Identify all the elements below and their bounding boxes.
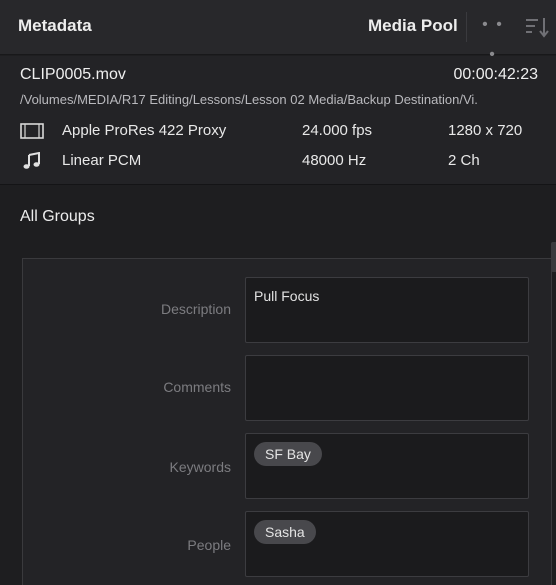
clip-path: /Volumes/MEDIA/R17 Editing/Lessons/Lesso… — [20, 92, 478, 107]
audio-channels: 2 Ch — [448, 152, 480, 169]
keyword-tag[interactable]: SF Bay — [254, 442, 322, 466]
keywords-label: Keywords — [169, 459, 231, 475]
sort-icon[interactable] — [524, 14, 552, 40]
people-label: People — [187, 537, 231, 553]
music-note-icon — [23, 152, 40, 169]
metadata-fields-panel: Description Pull Focus Comments Keywords… — [22, 258, 552, 585]
video-frame-rate: 24.000 fps — [302, 122, 373, 139]
group-selector[interactable]: All Groups — [20, 208, 95, 226]
video-info-row: Apple ProRes 422 Proxy 24.000 fps 1280 x… — [0, 120, 556, 142]
media-pool-button[interactable]: Media Pool — [368, 16, 458, 36]
comments-field[interactable] — [245, 355, 529, 421]
description-label: Description — [160, 301, 231, 317]
video-codec: Apple ProRes 422 Proxy — [62, 122, 227, 139]
metadata-groups: All Groups Description Pull Focus Commen… — [0, 186, 556, 585]
audio-info-row: Linear PCM 48000 Hz 2 Ch — [0, 150, 556, 172]
metadata-header: Metadata Media Pool • • • — [0, 0, 556, 63]
clip-info: CLIP0005.mov 00:00:42:23 /Volumes/MEDIA/… — [0, 56, 556, 185]
audio-sample-rate: 48000 Hz — [302, 152, 367, 169]
description-value: Pull Focus — [254, 288, 320, 304]
video-resolution: 1280 x 720 — [448, 122, 523, 139]
people-field[interactable]: Sasha — [245, 511, 529, 577]
clip-name: CLIP0005.mov — [20, 66, 126, 83]
header-divider — [466, 12, 467, 42]
keywords-field[interactable]: SF Bay — [245, 433, 529, 499]
audio-codec: Linear PCM — [62, 152, 142, 169]
description-field[interactable]: Pull Focus — [245, 277, 529, 343]
comments-label: Comments — [163, 379, 231, 395]
film-icon — [20, 123, 44, 139]
clip-timecode: 00:00:42:23 — [453, 66, 538, 83]
people-tag[interactable]: Sasha — [254, 520, 316, 544]
ellipsis-icon[interactable]: • • • — [478, 10, 508, 63]
panel-title: Metadata — [18, 16, 92, 35]
